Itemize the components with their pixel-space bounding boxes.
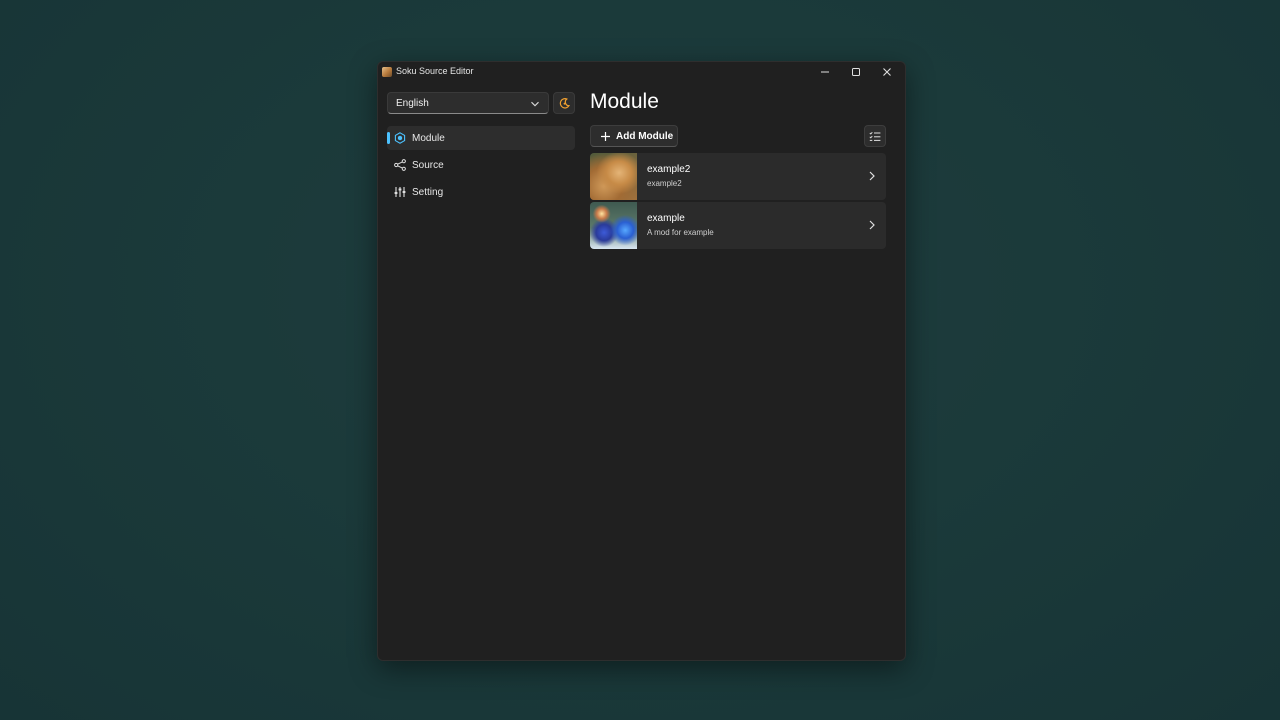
plus-icon (601, 132, 610, 141)
module-card-example[interactable]: example A mod for example (590, 202, 886, 249)
share-nodes-icon (394, 159, 406, 171)
chevron-right-icon (869, 171, 875, 181)
sliders-icon (394, 187, 406, 197)
window-title: Soku Source Editor (396, 66, 474, 76)
nav-item-module[interactable]: Module (387, 126, 575, 150)
minimize-button[interactable] (810, 62, 840, 82)
nav-selected-indicator (387, 132, 390, 144)
minimize-icon (821, 71, 829, 73)
nav-item-label: Setting (412, 187, 444, 198)
checklist-icon (869, 131, 881, 141)
chevron-right-icon (869, 220, 875, 230)
module-description: example2 (647, 179, 682, 188)
language-select[interactable]: English (387, 92, 549, 114)
maximize-button[interactable] (841, 62, 871, 82)
add-module-label: Add Module (616, 131, 674, 142)
module-card-example2[interactable]: example2 example2 (590, 153, 886, 200)
page-title: Module (590, 90, 659, 113)
theme-moon-icon (559, 97, 570, 109)
maximize-icon (852, 68, 860, 76)
chevron-down-icon (531, 101, 539, 107)
module-name: example2 (647, 164, 691, 175)
module-description: A mod for example (647, 228, 714, 237)
language-select-value: English (396, 98, 429, 109)
close-button[interactable] (872, 62, 902, 82)
nav-item-source[interactable]: Source (387, 153, 575, 177)
theme-toggle-button[interactable] (553, 92, 575, 114)
close-icon (883, 68, 891, 76)
module-thumbnail (590, 202, 637, 249)
module-thumbnail (590, 153, 637, 200)
app-icon (382, 67, 392, 77)
nav-item-setting[interactable]: Setting (387, 180, 575, 204)
title-bar[interactable]: Soku Source Editor (378, 62, 905, 82)
list-options-button[interactable] (864, 125, 886, 147)
app-window: Soku Source Editor English Module Source… (377, 61, 906, 661)
module-hexagon-icon (394, 132, 406, 144)
nav-item-label: Module (412, 133, 445, 144)
nav-item-label: Source (412, 160, 444, 171)
module-name: example (647, 213, 685, 224)
add-module-button[interactable]: Add Module (590, 125, 678, 147)
